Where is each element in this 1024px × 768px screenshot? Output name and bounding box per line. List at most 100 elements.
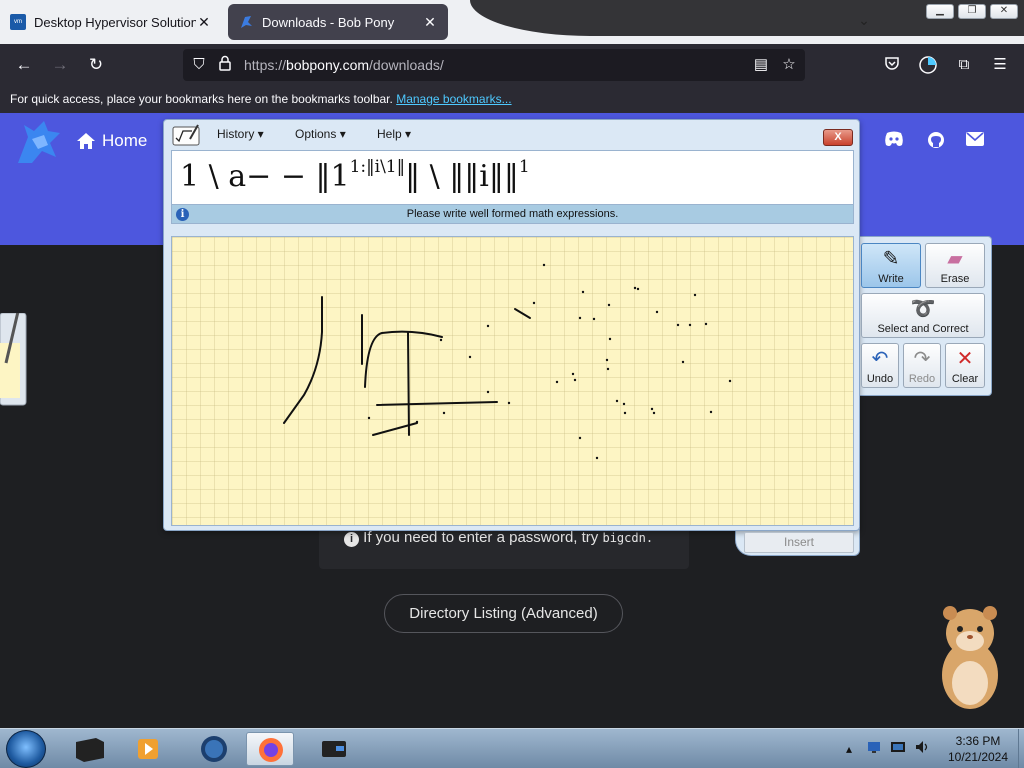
clock-time: 3:36 PM — [955, 734, 1001, 748]
tab-title: Downloads - Bob Pony — [262, 14, 395, 30]
home-link[interactable]: Home — [76, 131, 147, 151]
math-panel-menubar: History ▾ Options ▾ Help ▾ X — [164, 120, 861, 150]
nav-bar: ← → ↻ ⛉ https://bobpony.com/downloads/ ▤… — [0, 44, 1024, 86]
show-hidden-icons-chevron-icon[interactable]: ▴ — [846, 742, 852, 756]
clear-icon: ✕ — [956, 348, 974, 370]
list-tabs-chevron-icon[interactable]: ⌄ — [856, 12, 872, 28]
url-bar[interactable]: ⛉ https://bobpony.com/downloads/ ▤ ☆ — [183, 49, 805, 81]
tab-title: Desktop Hypervisor Solutions | — [34, 14, 196, 30]
menu-options-label: Options — [295, 127, 337, 141]
minimize-button[interactable]: ▁ — [926, 4, 954, 19]
taskbar-globe-icon[interactable] — [190, 732, 238, 766]
tray-monitor-icon[interactable] — [890, 739, 906, 758]
password-hint-text: If you need to enter a password, try — [363, 529, 599, 546]
show-desktop-button[interactable] — [1018, 729, 1024, 768]
window-close-button[interactable]: ✕ — [990, 4, 1018, 19]
url-host: bobpony.com — [286, 57, 370, 73]
extensions-icon[interactable]: ⧉ — [954, 55, 974, 75]
expression-tail-superscript: 1 — [518, 157, 530, 177]
taskbar-media-player-icon[interactable] — [124, 732, 172, 766]
write-button[interactable]: ✎ Write — [861, 243, 921, 288]
tab-strip: vm Desktop Hypervisor Solutions | ✕ Down… — [0, 0, 1024, 44]
insert-button[interactable]: Insert — [744, 532, 854, 553]
write-label: Write — [878, 273, 904, 285]
reload-icon[interactable]: ↻ — [85, 54, 107, 76]
taskbar-math-panel-icon[interactable] — [310, 732, 358, 766]
redo-label: Redo — [908, 373, 936, 385]
bookmarks-hint: For quick access, place your bookmarks h… — [10, 92, 393, 106]
clear-label: Clear — [951, 373, 979, 385]
reader-view-icon[interactable]: ▤ — [751, 55, 771, 75]
math-input-panel: History ▾ Options ▾ Help ▾ X 1 \ a− − ‖1… — [163, 119, 860, 531]
vmware-icon: vm — [10, 14, 26, 30]
menu-icon[interactable]: ☰ — [990, 55, 1010, 75]
expression-preview: 1 \ a− − ‖11:‖i\1‖‖ \ ‖‖i‖‖1 — [171, 150, 854, 206]
bookmarks-toolbar: For quick access, place your bookmarks h… — [0, 86, 1024, 113]
recognized-expression: 1 \ a− − ‖11:‖i\1‖‖ \ ‖‖i‖‖1 — [180, 157, 530, 194]
back-arrow-icon[interactable]: ← — [13, 54, 35, 76]
home-label: Home — [102, 131, 148, 150]
directory-listing-button[interactable]: Directory Listing (Advanced) — [384, 594, 623, 633]
erase-label: Erase — [940, 273, 970, 285]
system-clock[interactable]: 3:36 PM 10/21/2024 — [940, 733, 1016, 765]
home-icon — [77, 133, 95, 149]
clock-date: 10/21/2024 — [947, 750, 1009, 764]
menu-history-label: History — [217, 127, 255, 141]
info-icon: i — [344, 532, 359, 547]
discord-icon[interactable] — [883, 131, 905, 153]
redo-button[interactable]: ↷ Redo — [903, 343, 941, 388]
start-button[interactable] — [6, 730, 46, 768]
expression-superscript: 1:‖i\1‖ — [349, 157, 406, 177]
ink-strokes — [283, 263, 732, 460]
taskbar-hyperv-icon[interactable] — [66, 732, 114, 766]
lock-icon[interactable] — [215, 55, 235, 75]
url-scheme: https:// — [244, 57, 287, 73]
undo-button[interactable]: ↶ Undo — [861, 343, 899, 388]
clear-button[interactable]: ✕ Clear — [945, 343, 985, 388]
url-path: /downloads/ — [369, 57, 444, 73]
info-icon: i — [176, 208, 189, 221]
menu-help[interactable]: Help ▾ — [377, 127, 411, 141]
eraser-icon: ▰ — [947, 248, 963, 270]
close-icon[interactable]: ✕ — [196, 14, 212, 31]
manage-bookmarks-link[interactable]: Manage bookmarks... — [396, 92, 511, 106]
menu-history[interactable]: History ▾ — [217, 127, 264, 141]
close-icon[interactable]: ✕ — [422, 14, 438, 31]
password-hint: i If you need to enter a password, try b… — [344, 529, 653, 547]
bookmark-star-icon[interactable]: ☆ — [779, 55, 799, 75]
email-icon[interactable] — [964, 131, 986, 153]
expression-tail: ‖ \ ‖‖i‖‖ — [405, 159, 519, 194]
github-icon[interactable] — [925, 131, 947, 153]
taskbar: ▴ 3:36 PM 10/21/2024 — [0, 728, 1024, 768]
math-input-panel-icon — [172, 124, 200, 146]
password-value: bigcdn. — [602, 531, 654, 545]
expression-main: 1 \ a− − ‖1 — [180, 159, 350, 194]
select-and-correct-button[interactable]: ➰ Select and Correct — [861, 293, 985, 338]
tab-vmware[interactable]: vm Desktop Hypervisor Solutions | ✕ — [0, 4, 222, 40]
select-and-correct-label: Select and Correct — [877, 323, 969, 335]
writing-area[interactable] — [171, 236, 854, 526]
undo-label: Undo — [866, 373, 894, 385]
taskbar-firefox-icon[interactable] — [246, 732, 294, 766]
url-text[interactable]: https://bobpony.com/downloads/ — [244, 57, 444, 73]
menu-help-label: Help — [377, 127, 402, 141]
shield-icon[interactable]: ⛉ — [189, 55, 209, 75]
hamster-sticker — [942, 606, 998, 709]
pen-icon: ✎ — [882, 248, 900, 270]
restore-button[interactable]: ❐ — [958, 4, 986, 19]
recognition-status: i Please write well formed math expressi… — [171, 204, 854, 224]
menu-options[interactable]: Options ▾ — [295, 127, 346, 141]
forward-arrow-icon[interactable]: → — [49, 54, 71, 76]
math-panel-close-button[interactable]: X — [823, 129, 853, 146]
account-icon[interactable] — [918, 55, 938, 75]
bobpony-logo — [18, 121, 60, 163]
desktop-gadget-icon — [0, 313, 27, 406]
redo-icon: ↷ — [913, 348, 931, 370]
erase-button[interactable]: ▰ Erase — [925, 243, 985, 288]
bobpony-icon — [238, 14, 254, 30]
tab-bobpony[interactable]: Downloads - Bob Pony ✕ — [228, 4, 448, 40]
pocket-icon[interactable] — [882, 55, 902, 75]
tray-volume-icon[interactable] — [914, 739, 930, 758]
lasso-icon: ➰ — [910, 298, 936, 320]
tray-network-icon[interactable] — [866, 739, 882, 758]
